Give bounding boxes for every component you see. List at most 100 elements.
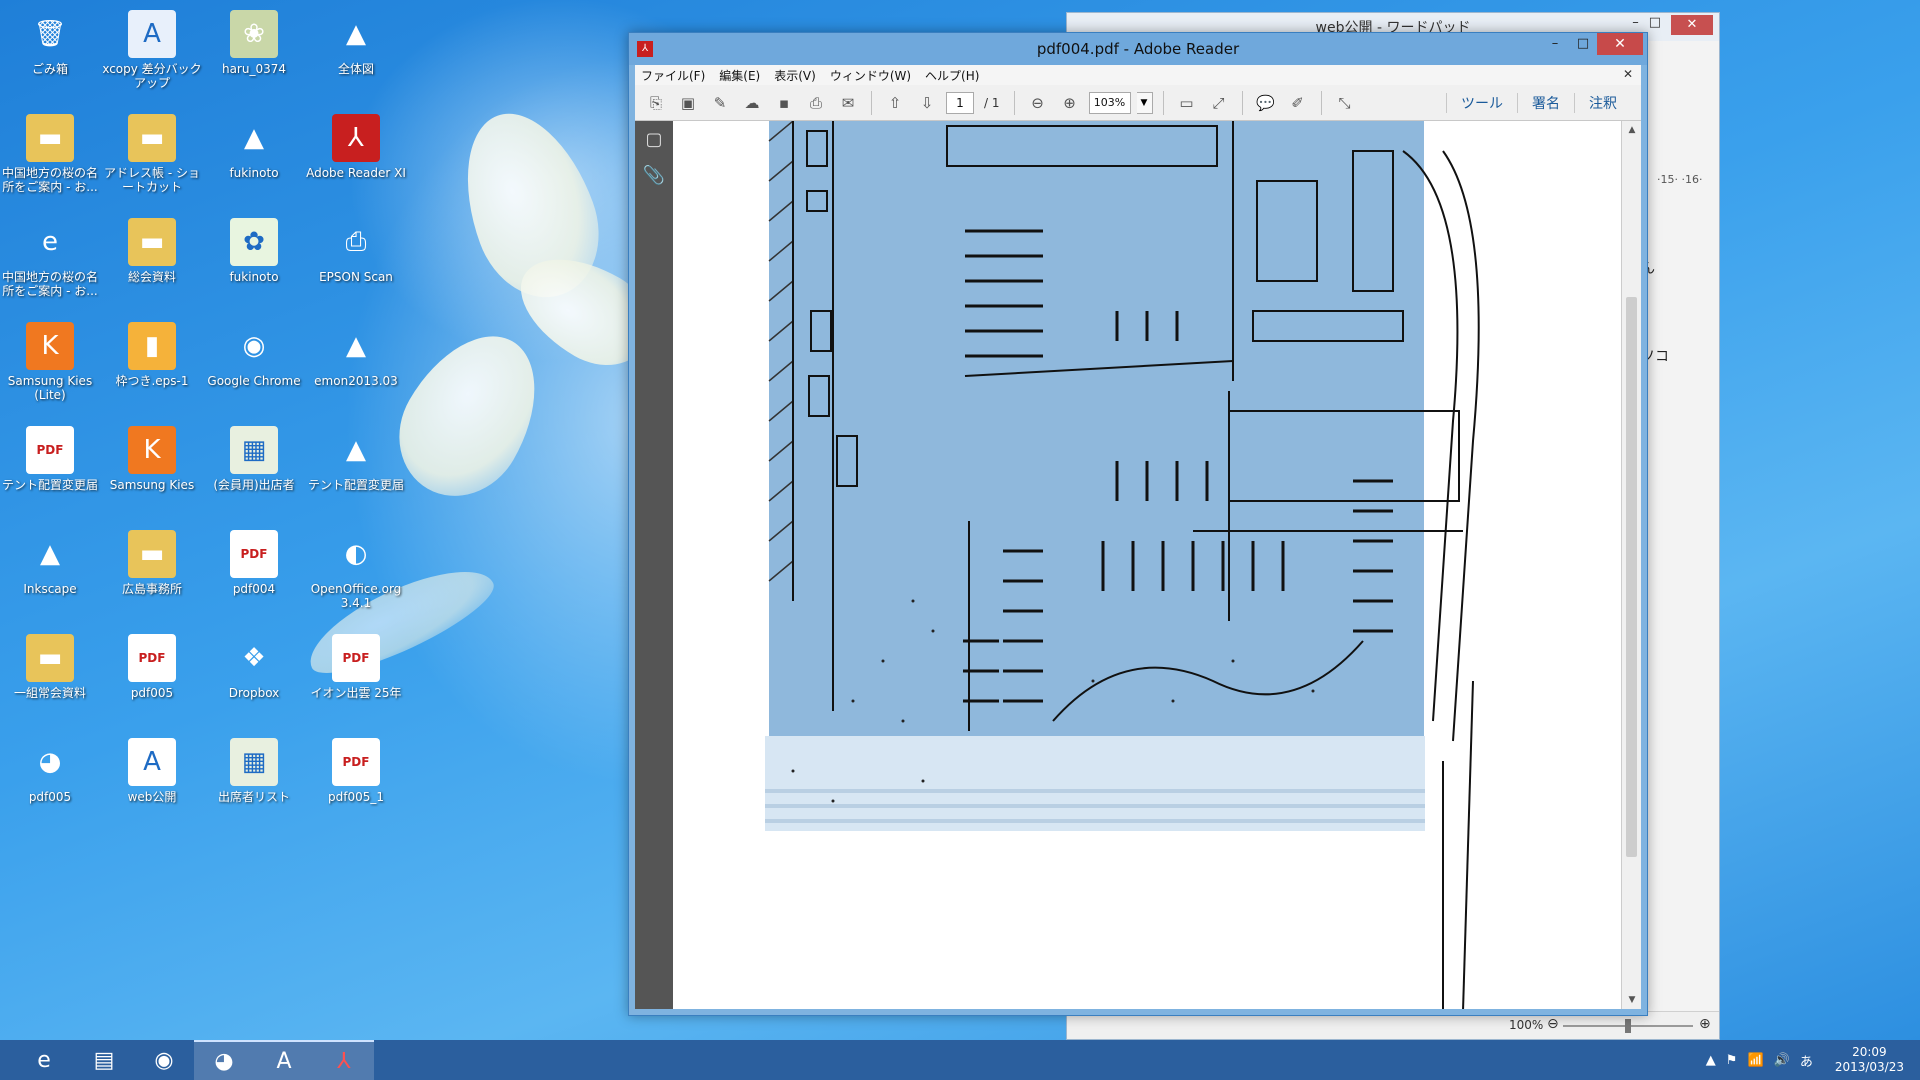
desktop-icon[interactable]: ▲ テント配置変更届 — [306, 420, 406, 520]
photo-icon: ❀ — [230, 10, 278, 58]
save-icon[interactable]: ▪ — [771, 90, 797, 116]
comment-icon[interactable]: 💬 — [1253, 90, 1279, 116]
show-hidden-icons-icon[interactable]: ▲ — [1706, 1053, 1716, 1068]
next-page-icon[interactable]: ⇩ — [914, 90, 940, 116]
desktop-icon[interactable]: 🗑 ごみ箱 — [0, 4, 100, 104]
desktop-icon[interactable]: ◕ pdf005 — [0, 732, 100, 832]
reader-menubar: ファイル(F) 編集(E) 表示(V) ウィンドウ(W) ヘルプ(H) ✕ — [635, 65, 1641, 85]
fit-page-icon[interactable]: ▭ — [1174, 90, 1200, 116]
file-explorer-icon[interactable]: ▤ — [74, 1040, 134, 1080]
maximize-icon[interactable]: □ — [1649, 15, 1661, 35]
maximize-icon[interactable]: □ — [1569, 33, 1597, 55]
system-tray: ▲ ⚑ 📶 🔊 あ 20:09 2013/03/23 — [1706, 1040, 1912, 1080]
desktop-icon[interactable]: Axcopy 差分バックアップ — [102, 4, 202, 104]
desktop-icon[interactable]: ▬ 中国地方の桜の名所をご案内 - お... — [0, 108, 100, 208]
fullscreen-icon[interactable]: ⤡ — [1332, 90, 1358, 116]
desktop-icon[interactable]: ▬ 広島事務所 — [102, 524, 202, 624]
print-icon[interactable]: ⎙ — [803, 90, 829, 116]
cloud-upload-icon[interactable]: ☁ — [739, 90, 765, 116]
desktop-icon[interactable]: ◐ OpenOffice.org 3.4.1 — [306, 524, 406, 624]
desktop-icon-label: Samsung Kies (Lite) — [7, 374, 93, 402]
close-icon[interactable]: ✕ — [1597, 33, 1643, 55]
open-file-icon[interactable]: ▣ — [675, 90, 701, 116]
desktop-icon[interactable]: ◉ Google Chrome — [204, 316, 304, 416]
menu-view[interactable]: 表示(V) — [774, 67, 816, 84]
zoom-slider[interactable] — [1563, 1019, 1693, 1033]
chevron-down-icon[interactable]: ▼ — [1136, 91, 1153, 114]
desktop-icon[interactable]: ▲ Inkscape — [0, 524, 100, 624]
tools-tab[interactable]: ツール — [1446, 93, 1517, 113]
taskbar-apps: e ▤ ◉ ◕ A ⅄ — [14, 1040, 374, 1080]
highlight-icon[interactable]: ✐ — [1285, 90, 1311, 116]
menu-window[interactable]: ウィンドウ(W) — [830, 67, 911, 84]
spreadsheet-icon: ▦ — [230, 738, 278, 786]
attachments-icon[interactable]: 📎 — [635, 157, 673, 193]
zoom-input[interactable]: 103% — [1088, 91, 1131, 114]
desktop-icon[interactable]: K Samsung Kies (Lite) — [0, 316, 100, 416]
page-number-input[interactable]: 1 — [946, 91, 974, 114]
fit-width-icon[interactable]: ⤢ — [1206, 90, 1232, 116]
create-pdf-icon[interactable]: ⎘ — [643, 90, 669, 116]
desktop-icon[interactable]: ❖ Dropbox — [204, 628, 304, 728]
document-view[interactable] — [673, 121, 1621, 1009]
page-total: / 1 — [984, 95, 1000, 110]
gimp-icon: ◕ — [38, 747, 62, 777]
scrollbar-thumb[interactable] — [1626, 297, 1637, 857]
wordpad-icon[interactable]: A — [254, 1040, 314, 1080]
zoom-in-icon[interactable]: ⊕ — [1699, 1016, 1711, 1032]
desktop-icon[interactable]: PDF pdf004 — [204, 524, 304, 624]
desktop-icon[interactable]: ▲ fukinoto — [204, 108, 304, 208]
vertical-scrollbar[interactable]: ▲ ▼ — [1621, 121, 1641, 1009]
desktop-icon[interactable]: ✿ fukinoto — [204, 212, 304, 312]
desktop-icon[interactable]: ▮ 枠つき.eps-1 — [102, 316, 202, 416]
comment-tab[interactable]: 注釈 — [1574, 93, 1631, 113]
desktop-icon-label: 中国地方の桜の名所をご案内 - お... — [1, 166, 98, 194]
adobe-reader-icon[interactable]: ⅄ — [314, 1040, 374, 1080]
desktop-icon[interactable]: ▬ アドレス帳 - ショートカット — [102, 108, 202, 208]
gimp-icon[interactable]: ◕ — [194, 1040, 254, 1080]
desktop-icon[interactable]: ▬ 一組常会資料 — [0, 628, 100, 728]
zoom-out-icon[interactable]: ⊖ — [1547, 1016, 1559, 1032]
network-icon[interactable]: 📶 — [1747, 1053, 1763, 1068]
menu-help[interactable]: ヘルプ(H) — [925, 67, 979, 84]
minimize-icon[interactable]: – — [1541, 33, 1569, 55]
ime-indicator[interactable]: あ — [1800, 1051, 1813, 1070]
chrome-icon[interactable]: ◉ — [134, 1040, 194, 1080]
reader-titlebar[interactable]: ⅄ pdf004.pdf - Adobe Reader – □ ✕ — [629, 33, 1647, 65]
menu-edit[interactable]: 編集(E) — [719, 67, 760, 84]
desktop-icon[interactable]: Aweb公開 — [102, 732, 202, 832]
desktop-icon[interactable]: ▬ 総会資料 — [102, 212, 202, 312]
desktop-icon[interactable]: ⅄ Adobe Reader XI — [306, 108, 406, 208]
adobe-reader-icon[interactable]: ⅄ — [637, 41, 653, 57]
page-thumbnails-icon[interactable]: ▢ — [635, 121, 673, 157]
desktop-icon[interactable]: ❀ haru_0374 — [204, 4, 304, 104]
menu-file[interactable]: ファイル(F) — [641, 67, 705, 84]
close-icon[interactable]: ✕ — [1671, 15, 1713, 35]
scroll-down-icon[interactable]: ▼ — [1622, 991, 1642, 1009]
desktop-icon[interactable]: ▦ (会員用)出店者 — [204, 420, 304, 520]
adobe-reader-window[interactable]: ⅄ pdf004.pdf - Adobe Reader – □ ✕ ファイル(F… — [628, 32, 1648, 1016]
scroll-up-icon[interactable]: ▲ — [1622, 121, 1642, 139]
desktop-icon[interactable]: e 中国地方の桜の名所をご案内 - お... — [0, 212, 100, 312]
sign-tab[interactable]: 署名 — [1517, 93, 1574, 113]
email-icon[interactable]: ✉ — [835, 90, 861, 116]
desktop-icon[interactable]: K Samsung Kies — [102, 420, 202, 520]
zoom-slider-knob[interactable] — [1625, 1019, 1631, 1033]
desktop-icon[interactable]: PDF イオン出雲 25年 — [306, 628, 406, 728]
desktop-icon[interactable]: PDF pdf005 — [102, 628, 202, 728]
zoom-out-icon[interactable]: ⊖ — [1025, 90, 1051, 116]
desktop-icon[interactable]: PDF pdf005_1 — [306, 732, 406, 832]
close-document-icon[interactable]: ✕ — [1623, 67, 1633, 81]
volume-icon[interactable]: 🔊 — [1774, 1053, 1790, 1068]
edit-icon[interactable]: ✎ — [707, 90, 733, 116]
zoom-in-icon[interactable]: ⊕ — [1057, 90, 1083, 116]
desktop-icon[interactable]: ▲ 全体図 — [306, 4, 406, 104]
action-center-flag-icon[interactable]: ⚑ — [1726, 1053, 1738, 1068]
desktop-icon[interactable]: PDF テント配置変更届 — [0, 420, 100, 520]
previous-page-icon[interactable]: ⇧ — [882, 90, 908, 116]
desktop-icon[interactable]: ▲ emon2013.03 — [306, 316, 406, 416]
desktop-icon[interactable]: ▦ 出席者リスト — [204, 732, 304, 832]
clock[interactable]: 20:09 2013/03/23 — [1835, 1045, 1904, 1075]
internet-explorer-icon[interactable]: e — [14, 1040, 74, 1080]
desktop-icon[interactable]: ⎙ EPSON Scan — [306, 212, 406, 312]
